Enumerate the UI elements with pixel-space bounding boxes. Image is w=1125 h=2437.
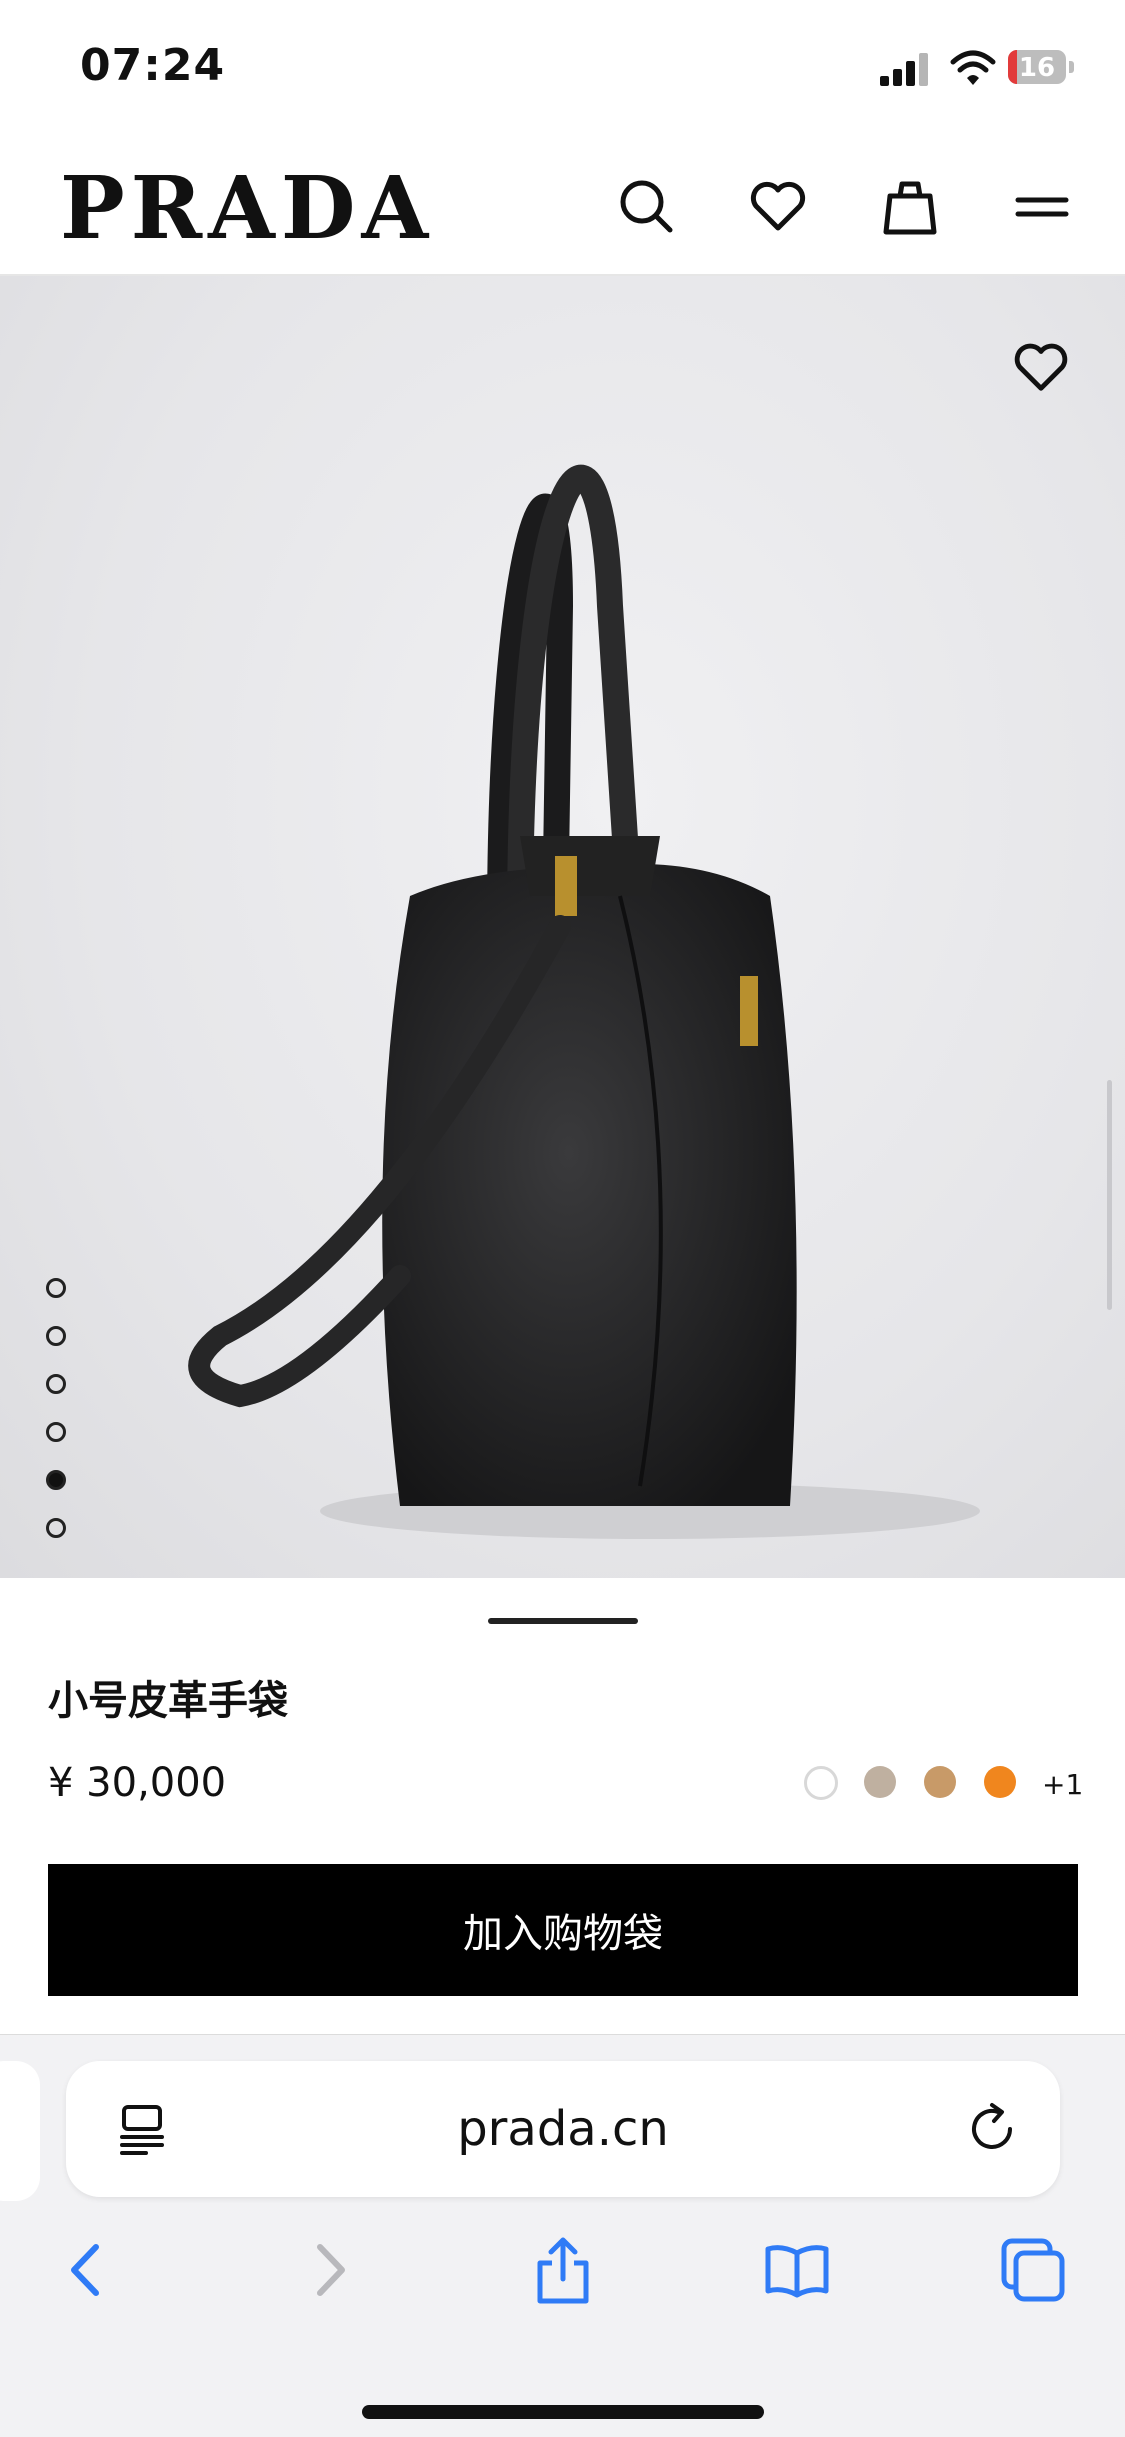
add-to-bag-button[interactable]: 加入购物袋 — [48, 1864, 1078, 1996]
product-info-sheet: 小号皮革手袋 ¥ 30,000 +1 加入购物袋 — [0, 1578, 1125, 2033]
gallery-pagination — [46, 1278, 68, 1566]
gallery-dot[interactable] — [46, 1278, 66, 1298]
status-time: 07:24 — [80, 40, 226, 91]
gallery-dot[interactable] — [46, 1374, 66, 1394]
product-image[interactable] — [0, 276, 1125, 1578]
gallery-dot[interactable] — [46, 1422, 66, 1442]
brand-logo[interactable]: PRADA — [60, 164, 434, 254]
gallery-dot-active[interactable] — [46, 1470, 66, 1490]
product-price: ¥ 30,000 — [48, 1760, 227, 1806]
bookmarks-icon[interactable] — [762, 2235, 832, 2305]
home-indicator[interactable] — [362, 2405, 764, 2419]
wifi-icon — [950, 50, 996, 85]
shopping-bag-icon[interactable] — [878, 174, 942, 238]
status-bar: 07:24 16 — [0, 0, 1125, 140]
address-bar[interactable]: prada.cn — [66, 2061, 1060, 2197]
back-icon[interactable] — [52, 2235, 122, 2305]
gallery-dot[interactable] — [46, 1518, 66, 1538]
cellular-signal-icon — [880, 52, 932, 86]
url-text[interactable]: prada.cn — [66, 2061, 1060, 2197]
color-swatch-taupe[interactable] — [864, 1766, 896, 1798]
more-colors[interactable]: +1 — [1042, 1768, 1083, 1801]
menu-icon[interactable] — [1010, 174, 1074, 238]
battery-icon: 16 — [1008, 48, 1076, 88]
tabs-icon[interactable] — [998, 2235, 1068, 2305]
forward-icon[interactable] — [294, 2235, 364, 2305]
color-swatch-orange[interactable] — [984, 1766, 1016, 1798]
sheet-drag-handle[interactable] — [488, 1618, 638, 1624]
battery-label: 16 — [1018, 53, 1056, 83]
browser-toolbar: prada.cn — [0, 2034, 1125, 2437]
color-swatch-white[interactable] — [804, 1766, 838, 1800]
reader-mode-icon[interactable] — [116, 2101, 170, 2157]
previous-tab-preview[interactable] — [0, 2061, 40, 2201]
reload-icon[interactable] — [964, 2099, 1022, 2159]
gallery-dot[interactable] — [46, 1326, 66, 1346]
search-icon[interactable] — [614, 174, 678, 238]
handbag-illustration — [188, 464, 980, 1539]
heart-icon[interactable] — [746, 174, 810, 238]
color-swatch-caramel[interactable] — [924, 1766, 956, 1798]
site-header: PRADA — [0, 140, 1125, 276]
wishlist-heart-icon[interactable] — [1010, 336, 1072, 398]
share-icon[interactable] — [528, 2235, 598, 2305]
product-name: 小号皮革手袋 — [48, 1678, 288, 1724]
scroll-indicator — [1107, 1080, 1112, 1310]
